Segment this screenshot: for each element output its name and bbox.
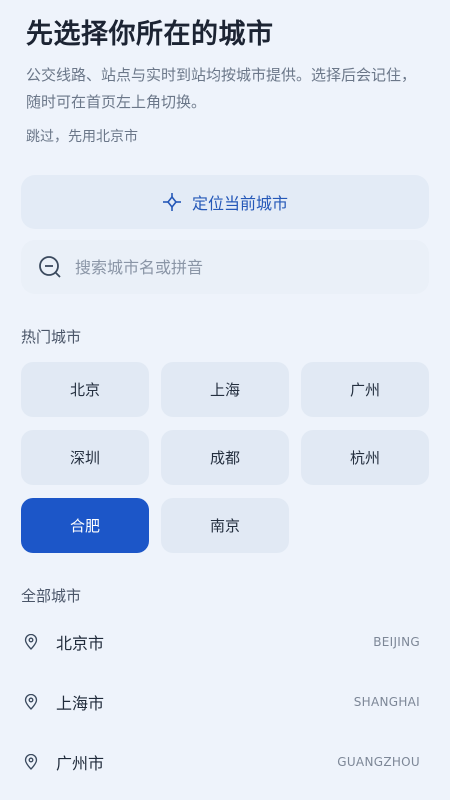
city-pinyin: GUANGZHOU (337, 755, 420, 769)
city-name: 广州市 (56, 754, 105, 773)
all-cities-heading: 全部城市 (21, 587, 82, 605)
hot-city-chip[interactable]: 杭州 (301, 430, 429, 485)
hot-city-chip[interactable]: 成都 (161, 430, 289, 485)
locate-city-label: 定位当前城市 (191, 194, 288, 213)
city-pinyin: SHANGHAI (353, 695, 420, 709)
location-pin-icon (24, 754, 38, 770)
search-icon (37, 254, 63, 280)
hot-city-chip[interactable]: 上海 (161, 362, 289, 417)
location-pin-icon (24, 694, 38, 710)
skip-link[interactable]: 跳过，先用北京市 (26, 126, 138, 146)
hot-cities-heading: 热门城市 (21, 328, 82, 346)
hot-city-chip-selected[interactable]: 合肥 (21, 498, 149, 553)
page-description: 公交线路、站点与实时到站均按城市提供。选择后会记住，随时可在首页左上角切换。 (26, 66, 417, 111)
hot-city-chip[interactable]: 广州 (301, 362, 429, 417)
hot-city-chip[interactable]: 北京 (21, 362, 149, 417)
location-pin-icon (24, 634, 38, 650)
locate-icon (162, 192, 182, 212)
city-list-item[interactable]: 北京市 BEIJING (0, 612, 450, 672)
city-pinyin: BEIJING (373, 635, 420, 649)
all-cities-list: 北京市 BEIJING 上海市 SHANGHAI 广州市 GUANGZHOU (0, 612, 450, 792)
hot-city-chip[interactable]: 深圳 (21, 430, 149, 485)
hot-cities-grid: 北京 上海 广州 深圳 成都 杭州 合肥 南京 (21, 362, 429, 553)
locate-city-button[interactable]: 定位当前城市 (21, 175, 429, 229)
hot-city-chip[interactable]: 南京 (161, 498, 289, 553)
city-name: 北京市 (56, 634, 105, 653)
city-list-item[interactable]: 上海市 SHANGHAI (0, 672, 450, 732)
search-input[interactable] (75, 257, 395, 277)
search-bar[interactable] (21, 240, 429, 294)
city-list-item[interactable]: 广州市 GUANGZHOU (0, 732, 450, 792)
city-name: 上海市 (56, 694, 105, 713)
page-title: 先选择你所在的城市 (26, 19, 274, 50)
